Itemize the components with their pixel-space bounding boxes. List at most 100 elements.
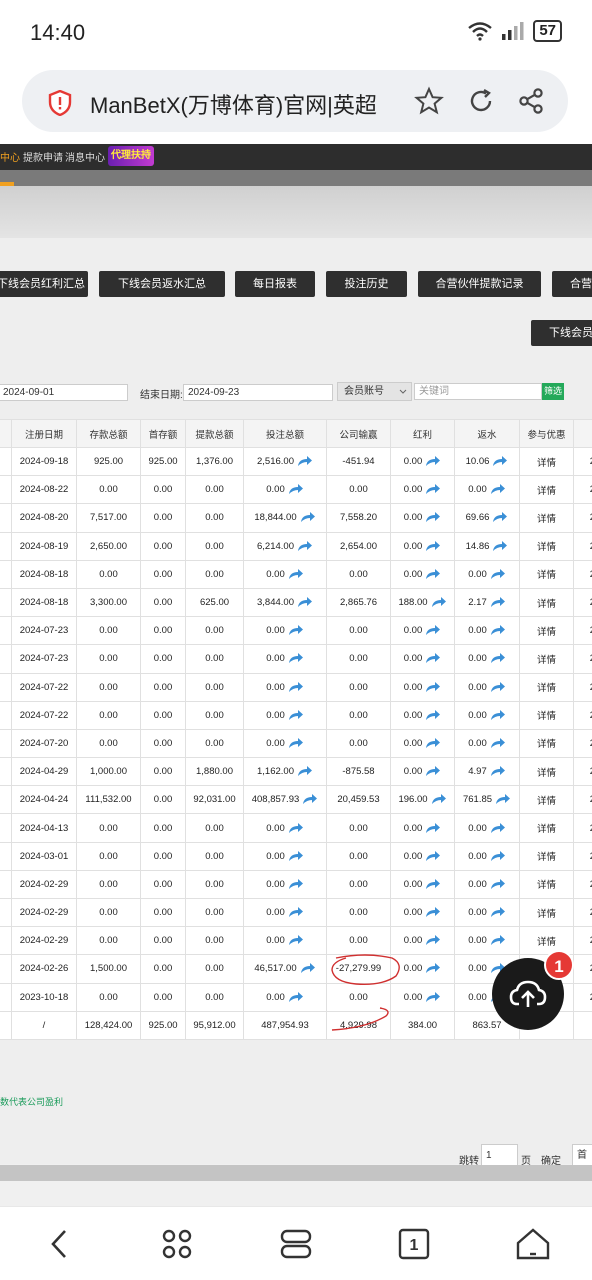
- share-arrow-icon[interactable]: [288, 653, 304, 664]
- share-arrow-icon[interactable]: [288, 850, 304, 862]
- agent-support-badge[interactable]: 代理扶持: [108, 146, 154, 166]
- end-date-input[interactable]: 2024-09-23: [183, 384, 333, 401]
- upload-fab[interactable]: 1: [492, 950, 574, 1030]
- downline-members-button[interactable]: 下线会员: [531, 320, 592, 346]
- share-arrow-icon[interactable]: [490, 625, 506, 636]
- bonus-summary-button[interactable]: 下线会员红利汇总: [0, 271, 88, 297]
- share-icon[interactable]: [516, 86, 546, 116]
- share-arrow-icon[interactable]: [425, 737, 441, 749]
- share-arrow-icon[interactable]: [490, 766, 506, 777]
- share-arrow-icon[interactable]: [425, 991, 441, 1003]
- partner-withdraw-button[interactable]: 合营伙伴提款记录: [418, 271, 541, 297]
- filter-button[interactable]: 筛选: [542, 383, 564, 400]
- share-arrow-icon[interactable]: [490, 850, 506, 862]
- detail-link[interactable]: 详情: [519, 869, 574, 900]
- nav-item-messages[interactable]: 消息中心: [65, 149, 105, 164]
- share-arrow-icon[interactable]: [492, 512, 508, 523]
- tabs-stack-icon[interactable]: [279, 1227, 313, 1261]
- home-icon[interactable]: [515, 1227, 551, 1261]
- share-arrow-icon[interactable]: [425, 935, 441, 946]
- share-arrow-icon[interactable]: [490, 907, 506, 918]
- share-arrow-icon[interactable]: [288, 822, 304, 834]
- page-title[interactable]: ManBetX(万博体育)官网|英超: [90, 88, 400, 120]
- share-arrow-icon[interactable]: [288, 484, 304, 495]
- detail-link[interactable]: 详情: [519, 813, 574, 843]
- share-arrow-icon[interactable]: [490, 822, 506, 834]
- share-arrow-icon[interactable]: [425, 653, 441, 664]
- share-arrow-icon[interactable]: [288, 878, 304, 890]
- share-arrow-icon[interactable]: [288, 907, 304, 918]
- share-arrow-icon[interactable]: [297, 540, 313, 552]
- share-arrow-icon[interactable]: [425, 540, 441, 552]
- share-arrow-icon[interactable]: [495, 794, 511, 805]
- share-arrow-icon[interactable]: [300, 963, 316, 974]
- nav-item-center[interactable]: 中心: [0, 149, 20, 164]
- share-arrow-icon[interactable]: [490, 878, 506, 890]
- detail-link[interactable]: 详情: [519, 672, 574, 702]
- detail-link[interactable]: 详情: [519, 446, 574, 477]
- detail-link[interactable]: 详情: [519, 728, 574, 759]
- share-arrow-icon[interactable]: [492, 540, 508, 552]
- star-icon[interactable]: [414, 86, 444, 116]
- rebate-summary-button[interactable]: 下线会员返水汇总: [99, 271, 225, 297]
- detail-link[interactable]: 详情: [519, 559, 574, 589]
- detail-link[interactable]: 详情: [519, 616, 574, 646]
- tab-count-icon[interactable]: 1: [397, 1227, 431, 1261]
- daily-report-button[interactable]: 每日报表: [235, 271, 315, 297]
- bet-history-button[interactable]: 投注历史: [326, 271, 407, 297]
- detail-link[interactable]: 详情: [519, 644, 574, 674]
- share-arrow-icon[interactable]: [490, 568, 506, 580]
- keyword-input[interactable]: 关键词: [414, 383, 542, 400]
- share-arrow-icon[interactable]: [425, 625, 441, 636]
- share-arrow-icon[interactable]: [288, 709, 304, 721]
- share-arrow-icon[interactable]: [490, 737, 506, 749]
- share-arrow-icon[interactable]: [425, 512, 441, 523]
- reload-icon[interactable]: [466, 86, 496, 116]
- share-arrow-icon[interactable]: [425, 878, 441, 890]
- share-arrow-icon[interactable]: [302, 794, 318, 805]
- share-arrow-icon[interactable]: [425, 484, 441, 495]
- share-arrow-icon[interactable]: [300, 512, 316, 523]
- share-arrow-icon[interactable]: [490, 597, 506, 608]
- share-arrow-icon[interactable]: [490, 935, 506, 946]
- detail-link[interactable]: 详情: [519, 587, 574, 618]
- share-arrow-icon[interactable]: [297, 766, 313, 777]
- share-arrow-icon[interactable]: [490, 484, 506, 495]
- detail-link[interactable]: 详情: [519, 503, 574, 533]
- share-arrow-icon[interactable]: [288, 625, 304, 636]
- share-arrow-icon[interactable]: [288, 935, 304, 946]
- share-arrow-icon[interactable]: [425, 766, 441, 777]
- detail-link[interactable]: 详情: [519, 757, 574, 787]
- share-arrow-icon[interactable]: [288, 568, 304, 580]
- shield-icon[interactable]: [48, 90, 72, 116]
- detail-link[interactable]: 详情: [519, 531, 574, 561]
- share-arrow-icon[interactable]: [490, 681, 506, 693]
- partner-more-button[interactable]: 合营: [552, 271, 592, 297]
- member-account-select[interactable]: 会员账号: [337, 382, 412, 401]
- share-arrow-icon[interactable]: [490, 653, 506, 664]
- share-arrow-icon[interactable]: [425, 681, 441, 693]
- share-arrow-icon[interactable]: [425, 709, 441, 721]
- horizontal-scrollbar[interactable]: [0, 1165, 592, 1181]
- share-arrow-icon[interactable]: [425, 456, 441, 467]
- share-arrow-icon[interactable]: [297, 597, 313, 608]
- detail-link[interactable]: 详情: [519, 841, 574, 871]
- share-arrow-icon[interactable]: [288, 681, 304, 693]
- menu-grid-icon[interactable]: [160, 1227, 194, 1261]
- share-arrow-icon[interactable]: [431, 794, 447, 805]
- share-arrow-icon[interactable]: [425, 850, 441, 862]
- share-arrow-icon[interactable]: [288, 737, 304, 749]
- share-arrow-icon[interactable]: [425, 907, 441, 918]
- share-arrow-icon[interactable]: [492, 456, 508, 467]
- detail-link[interactable]: 详情: [519, 700, 574, 730]
- share-arrow-icon[interactable]: [425, 822, 441, 834]
- detail-link[interactable]: 详情: [519, 785, 574, 815]
- address-bar[interactable]: ManBetX(万博体育)官网|英超: [22, 70, 568, 132]
- nav-item-withdraw[interactable]: 提款申请: [23, 149, 63, 164]
- detail-link[interactable]: 详情: [519, 897, 574, 928]
- detail-link[interactable]: 详情: [519, 475, 574, 505]
- share-arrow-icon[interactable]: [431, 597, 447, 608]
- share-arrow-icon[interactable]: [297, 456, 313, 467]
- back-icon[interactable]: [45, 1227, 75, 1261]
- share-arrow-icon[interactable]: [425, 963, 441, 974]
